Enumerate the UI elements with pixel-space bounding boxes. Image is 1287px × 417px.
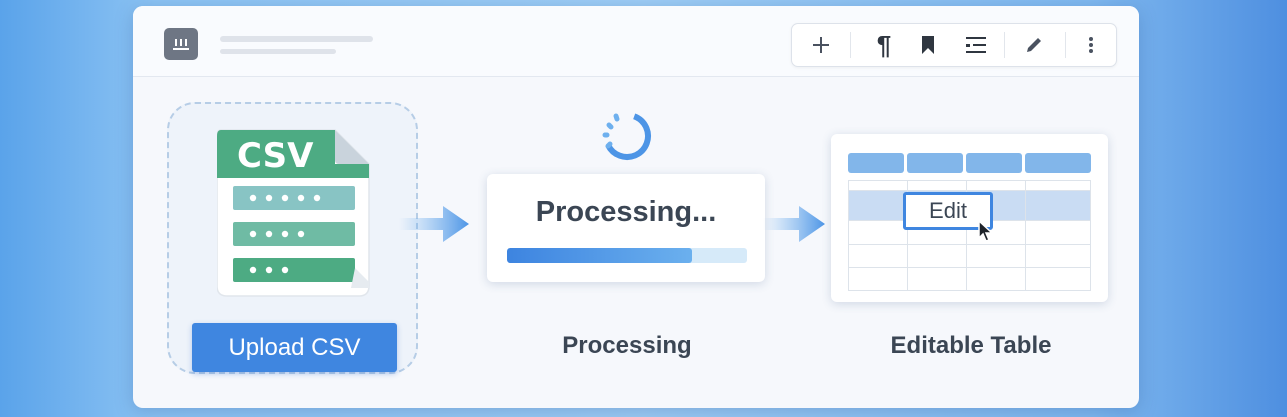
pilcrow-icon: ¶ xyxy=(876,29,892,60)
upload-csv-button[interactable]: Upload CSV xyxy=(192,323,397,372)
add-button[interactable] xyxy=(800,24,842,66)
loading-spinner-icon xyxy=(602,112,651,160)
paragraph-button[interactable]: ¶ xyxy=(864,24,904,66)
indent-list-icon xyxy=(966,37,986,53)
table-header-cell xyxy=(907,153,963,173)
edit-button[interactable] xyxy=(1014,24,1054,66)
editable-table: Edit xyxy=(831,134,1108,302)
format-toolbar: ¶ xyxy=(791,23,1117,67)
pencil-icon xyxy=(1027,38,1041,52)
table-header-cell xyxy=(966,153,1022,173)
progress-bar xyxy=(507,248,747,263)
processing-title: Processing... xyxy=(535,196,717,228)
csv-file-icon: CSV xyxy=(216,128,373,303)
bookmark-button[interactable] xyxy=(908,24,948,66)
table-grid-line xyxy=(848,180,1090,181)
subtitle-placeholder-line xyxy=(220,49,336,54)
more-button[interactable] xyxy=(1074,24,1108,66)
table-grid-line xyxy=(848,180,849,291)
table-header-cell xyxy=(848,153,904,173)
table-grid-line xyxy=(1090,180,1091,291)
table-grid-line xyxy=(848,267,1090,268)
toolbar-divider xyxy=(1065,32,1066,58)
bookmark-icon xyxy=(922,36,934,54)
toolbar-divider xyxy=(850,32,851,58)
table-grid-line xyxy=(848,244,1090,245)
app-menu-icon[interactable] xyxy=(164,28,198,60)
processing-caption: Processing xyxy=(562,332,692,359)
mouse-pointer-icon xyxy=(978,219,994,242)
table-grid-line xyxy=(848,190,1090,191)
csv-badge-label: CSV xyxy=(237,136,314,176)
arrow-right-icon xyxy=(399,206,469,242)
title-placeholder-line xyxy=(220,36,373,42)
editable-table-caption: Editable Table xyxy=(890,332,1052,359)
title-bar: ¶ xyxy=(133,6,1139,77)
app-icon-glyph xyxy=(173,39,189,50)
progress-fill xyxy=(507,248,692,263)
table-grid-line xyxy=(1025,180,1026,291)
toolbar-divider xyxy=(1004,32,1005,58)
plus-icon xyxy=(813,37,829,53)
outline-button[interactable] xyxy=(956,24,996,66)
processing-card: Processing... xyxy=(487,174,765,282)
app-window: ¶ CSV Upload CSV Processing... Processin… xyxy=(133,6,1139,408)
table-grid-line xyxy=(848,290,1090,291)
more-vertical-icon xyxy=(1089,37,1093,53)
table-header-cell xyxy=(1025,153,1091,173)
arrow-right-icon xyxy=(763,206,825,242)
